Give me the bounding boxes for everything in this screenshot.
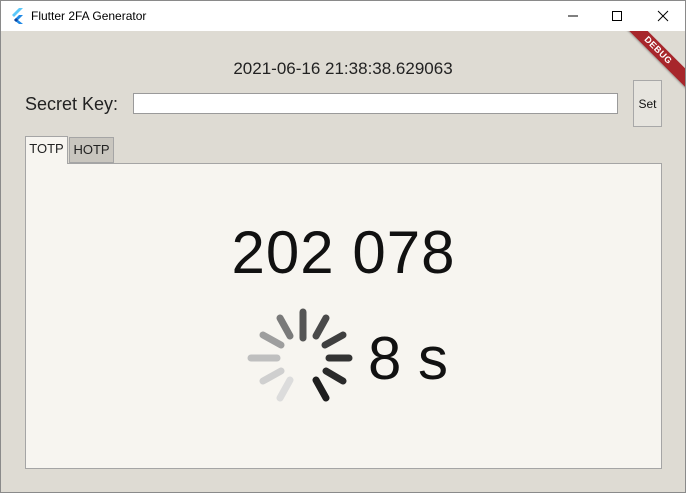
set-button[interactable]: Set [633, 80, 662, 127]
spinner-segment [321, 331, 347, 349]
title-bar[interactable]: Flutter 2FA Generator [1, 1, 685, 31]
spinner-segment [322, 367, 347, 385]
app-window: Flutter 2FA Generator DEBUG 2021-06-16 2… [0, 0, 686, 493]
maximize-button[interactable] [594, 1, 640, 31]
tab-hotp[interactable]: HOTP [69, 137, 114, 163]
secret-key-input[interactable] [133, 93, 618, 114]
countdown-seconds: 8 s [368, 325, 449, 392]
minimize-icon [568, 15, 578, 17]
spinner-segment [259, 331, 285, 349]
loading-spinner-icon [247, 308, 353, 402]
otp-code: 202 078 [231, 219, 456, 286]
window-title: Flutter 2FA Generator [31, 9, 147, 23]
spinner-segment [312, 314, 330, 340]
spinner-segment [259, 367, 285, 385]
maximize-icon [612, 11, 622, 21]
totp-panel: 202 078 8 s [25, 163, 662, 469]
current-datetime: 2021-06-16 21:38:38.629063 [233, 59, 453, 78]
close-icon [657, 10, 669, 22]
secret-key-label: Secret Key: [25, 94, 119, 114]
close-button[interactable] [640, 1, 686, 31]
spinner-segment [276, 314, 294, 340]
tab-totp[interactable]: TOTP [25, 136, 68, 164]
minimize-button[interactable] [550, 1, 596, 31]
flutter-logo-icon [10, 8, 26, 24]
app-content: DEBUG 2021-06-16 21:38:38.629063 Secret … [1, 31, 685, 492]
spinner-segment [312, 376, 330, 402]
spinner-segment [276, 376, 294, 402]
